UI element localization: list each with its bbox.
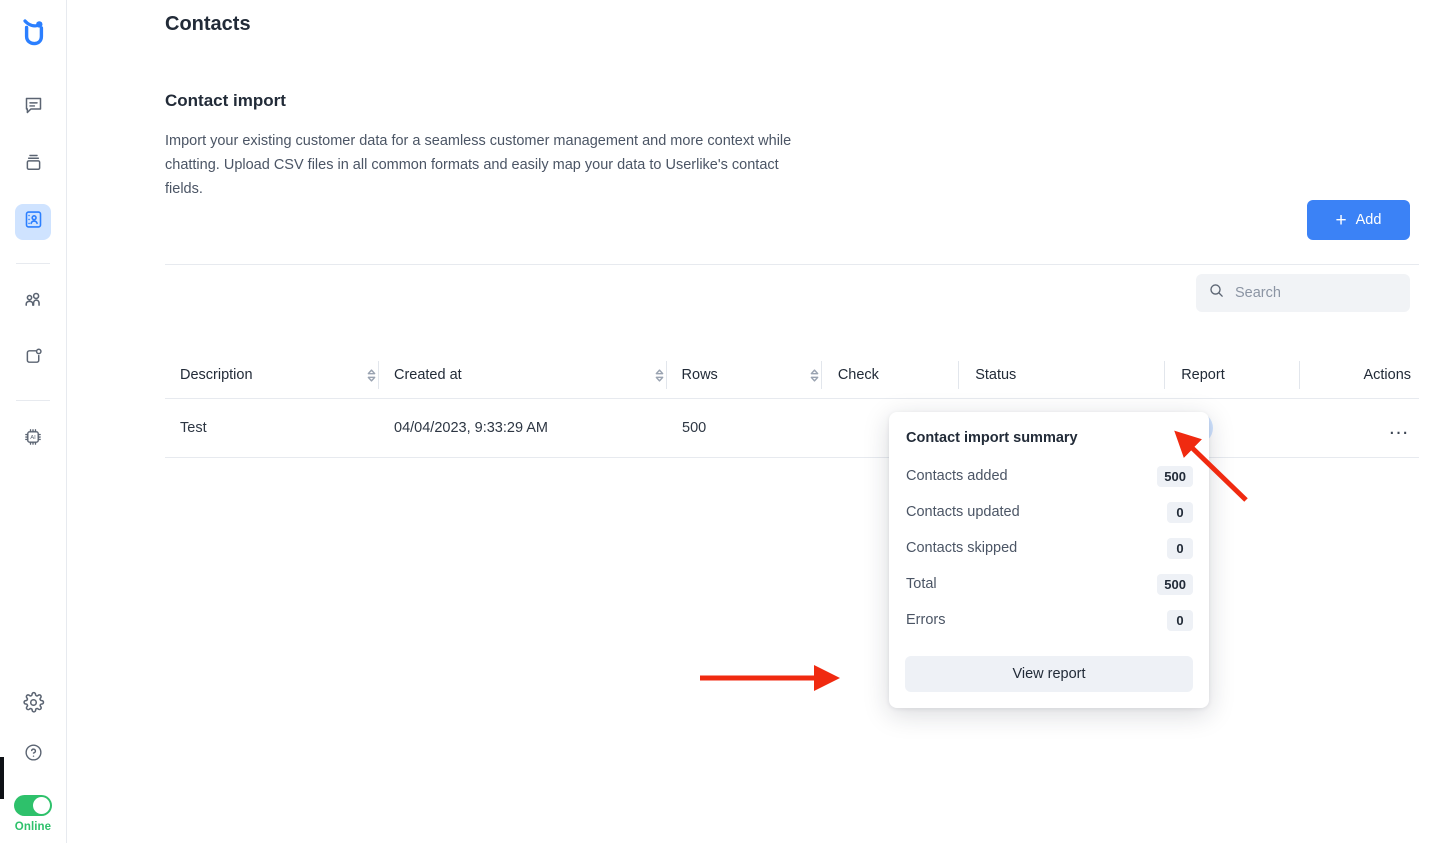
sidebar-item-settings[interactable] [15,687,51,723]
sidebar-nav: AI [0,90,66,478]
more-horizontal-icon[interactable]: … [1388,417,1411,438]
sidebar-item-team[interactable] [15,284,51,320]
column-header-report: Report [1165,361,1298,389]
column-header-check: Check [822,361,958,389]
sidebar-bottom: Online [0,687,66,833]
sidebar-item-messages[interactable] [15,90,51,126]
table-row[interactable]: Test 04/04/2023, 9:33:29 AM 500 … [165,399,1419,457]
cell-rows: 500 [682,420,707,436]
summary-label: Errors [906,612,946,628]
add-button[interactable]: + Add [1307,200,1410,240]
add-button-label: Add [1355,212,1382,228]
column-header-label: Created at [393,367,462,383]
online-status-toggle[interactable] [14,795,52,816]
summary-value: 500 [1157,573,1193,595]
column-header-label: Report [1181,367,1225,383]
column-header-label: Check [837,367,879,383]
column-header-label: Status [975,367,1017,383]
sidebar-divider-2 [16,400,50,401]
column-header-created-at[interactable]: Created at [379,361,666,389]
summary-label: Contacts updated [906,504,1020,520]
sidebar-item-inbox[interactable] [15,147,51,183]
sort-icon[interactable] [365,368,378,383]
column-header-label: Actions [1363,367,1412,383]
search-icon [1208,282,1225,304]
section-title: Contact import [165,91,286,110]
online-status-toggle-wrapper: Online [14,795,52,833]
popup-title: Contact import summary [906,430,1078,446]
column-header-description[interactable]: Description [165,361,378,389]
summary-row-total: Total 500 [905,566,1193,602]
summary-value: 500 [1157,465,1193,487]
summary-value: 0 [1167,609,1193,631]
sort-icon[interactable] [653,368,666,383]
sidebar-item-contacts[interactable] [15,204,51,240]
userlike-logo[interactable] [11,10,55,54]
toggle-knob [33,797,50,814]
sidebar-item-help[interactable] [15,737,51,773]
main-content: Contacts Contact import Import your exis… [67,0,1440,843]
column-header-actions: Actions [1300,361,1419,389]
summary-label: Contacts added [906,468,1008,484]
left-edge-marker [0,757,4,799]
cell-description: Test [180,420,207,436]
summary-value: 0 [1167,537,1193,559]
column-header-label: Rows [681,367,718,383]
plus-icon: + [1335,209,1347,231]
column-header-label: Description [180,367,253,383]
summary-label: Contacts skipped [906,540,1018,556]
table-row-divider [165,457,1419,458]
sidebar-item-widgets[interactable] [15,341,51,377]
widget-icon [23,346,44,372]
people-icon [22,289,44,316]
svg-text:AI: AI [30,435,36,441]
gear-icon [22,691,45,719]
summary-row-contacts-skipped: Contacts skipped 0 [905,530,1193,566]
section-description: Import your existing customer data for a… [165,133,792,197]
sidebar-divider-1 [16,263,50,264]
column-header-status: Status [959,361,1164,389]
contact-card-icon [23,209,44,235]
online-status-label: Online [14,821,52,833]
search-box[interactable] [1196,274,1410,312]
question-circle-icon [23,742,44,768]
sidebar-item-ai[interactable]: AI [15,421,51,457]
cell-created-at: 04/04/2023, 9:33:29 AM [394,420,548,436]
import-table: Description Created at Rows Check Status… [165,352,1419,458]
column-header-rows[interactable]: Rows [667,361,821,389]
search-input[interactable] [1235,285,1398,301]
summary-value: 0 [1167,501,1193,523]
cell-actions: … [1299,417,1419,438]
summary-row-contacts-updated: Contacts updated 0 [905,494,1193,530]
contact-import-summary-popup: Contact import summary Contacts added 50… [889,412,1209,708]
app-root: AI Online Contacts Contact import Import… [0,0,1440,843]
sidebar: AI Online [0,0,67,843]
table-header-row: Description Created at Rows Check Status… [165,352,1419,398]
page-title: Contacts [165,13,251,35]
ai-chip-icon: AI [22,426,44,453]
sort-icon[interactable] [808,368,821,383]
toolbar-divider [165,264,1419,265]
archive-icon [23,152,44,178]
view-report-button[interactable]: View report [905,656,1193,692]
summary-row-contacts-added: Contacts added 500 [905,458,1193,494]
chat-bubble-icon [23,95,44,121]
summary-row-errors: Errors 0 [905,602,1193,638]
summary-label: Total [906,576,937,592]
